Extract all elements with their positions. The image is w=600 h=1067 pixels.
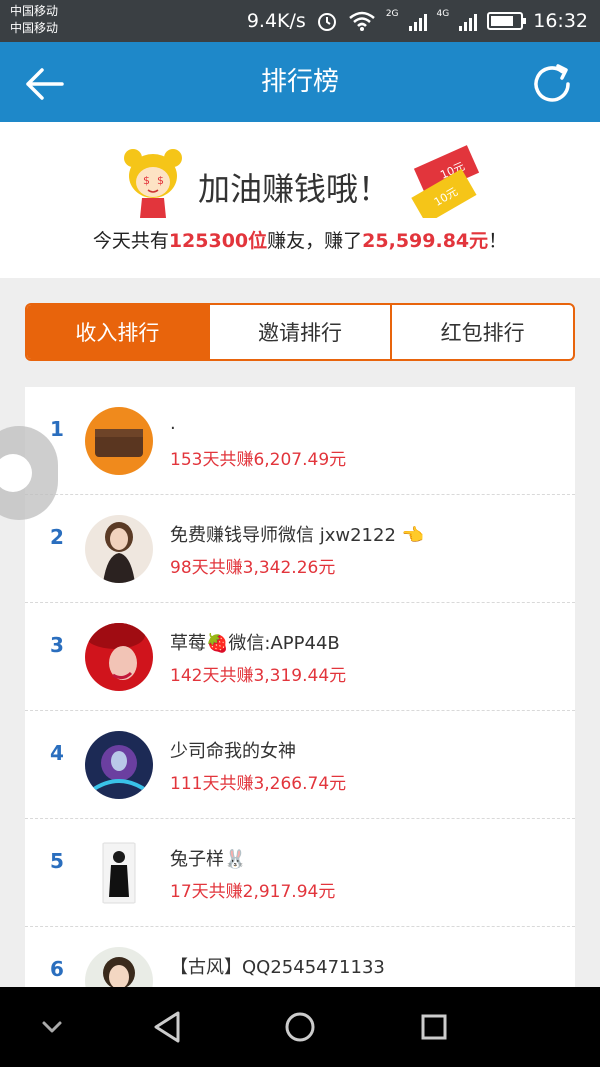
- tab-income-ranking[interactable]: 收入排行: [27, 305, 208, 359]
- carrier-info: 中国移动 中国移动: [10, 3, 58, 37]
- carrier-2: 中国移动: [10, 21, 59, 35]
- rank-number: 2: [50, 525, 64, 549]
- users-count: 125300位: [168, 230, 268, 252]
- tab-invite-ranking[interactable]: 邀请排行: [207, 305, 391, 359]
- signal-4g-icon: [459, 11, 478, 31]
- status-bar: 中国移动 中国移动 9.4K/s 2G 4G 16:32: [0, 0, 600, 42]
- wifi-icon: [349, 11, 375, 31]
- list-item[interactable]: 5 兔子样🐰 17天共赚2,917.94元: [25, 819, 575, 927]
- earnings: 17天共赚2,917.94元: [170, 882, 336, 902]
- system-nav-bar: [0, 987, 600, 1067]
- avatar: [85, 731, 153, 799]
- rank-number: 1: [50, 417, 64, 441]
- page-title: 排行榜: [260, 67, 339, 97]
- summary-mid: 赚友，赚了: [267, 230, 363, 252]
- ranking-tabs: 收入排行 邀请排行 红包排行: [25, 303, 575, 361]
- earnings: 153天共赚6,207.49元: [170, 450, 347, 470]
- avatar: [85, 515, 153, 583]
- user-name: 兔子样🐰: [170, 849, 247, 870]
- tab-redpacket-ranking[interactable]: 红包排行: [390, 305, 573, 359]
- app-header: 排行榜: [0, 42, 600, 122]
- summary-line: 今天共有125300位赚友，赚了25,599.84元！: [0, 226, 600, 253]
- net-speed: 9.4K/s: [246, 10, 306, 32]
- list-item[interactable]: 3 草莓🍓微信:APP44B 142天共赚3,319.44元: [25, 603, 575, 711]
- list-item[interactable]: 1 . 153天共赚6,207.49元: [25, 387, 575, 495]
- net-4g-label: 4G: [436, 9, 450, 19]
- rank-number: 4: [50, 741, 64, 765]
- summary-prefix: 今天共有: [92, 230, 169, 252]
- earnings: 111天共赚3,266.74元: [170, 774, 347, 794]
- user-name: 【古风】QQ2545471133: [170, 957, 385, 978]
- earnings: 98天共赚3,342.26元: [170, 558, 336, 578]
- home-circle-icon[interactable]: [278, 1005, 322, 1049]
- back-triangle-icon[interactable]: [146, 1005, 190, 1049]
- rank-number: 5: [50, 849, 64, 873]
- battery-icon: [487, 12, 527, 30]
- slogan-text: 加油赚钱哦！: [198, 170, 391, 208]
- mascot-girl-icon: $ $: [124, 149, 182, 218]
- list-item[interactable]: 4 少司命我的女神 111天共赚3,266.74元: [25, 711, 575, 819]
- earnings: 142天共赚3,319.44元: [170, 666, 347, 686]
- total-amount: 25,599.84元: [362, 230, 489, 252]
- user-name: .: [170, 413, 176, 434]
- avatar: [85, 407, 153, 475]
- user-name: 草莓🍓微信:APP44B: [170, 633, 340, 654]
- rank-number: 6: [50, 957, 64, 981]
- signal-2g-icon: [408, 11, 427, 31]
- clock: 16:32: [533, 10, 588, 32]
- chevron-down-icon[interactable]: [30, 1005, 74, 1049]
- assist-dot-icon: [0, 454, 32, 492]
- alarm-icon: [317, 13, 336, 31]
- avatar: [85, 839, 153, 907]
- recents-square-icon[interactable]: [412, 1005, 456, 1049]
- carrier-1: 中国移动: [10, 4, 59, 18]
- list-item[interactable]: 6 【古风】QQ2545471133: [25, 927, 575, 987]
- money-bill-icon: 10元 10元: [411, 145, 480, 218]
- user-name: 少司命我的女神: [170, 741, 296, 762]
- net-2g-label: 2G: [385, 9, 399, 19]
- svg-text:$: $: [157, 174, 164, 187]
- user-name: 免费赚钱导师微信 jxw2122 👈: [170, 525, 425, 546]
- svg-text:$: $: [143, 174, 150, 187]
- avatar: [85, 947, 153, 987]
- avatar: [85, 623, 153, 691]
- status-indicators: 9.4K/s 2G 4G 16:32: [247, 6, 588, 36]
- refresh-icon[interactable]: [528, 60, 576, 108]
- summary-suffix: ！: [488, 230, 508, 252]
- rank-number: 3: [50, 633, 64, 657]
- list-item[interactable]: 2 免费赚钱导师微信 jxw2122 👈 98天共赚3,342.26元: [25, 495, 575, 603]
- ranking-list: 1 . 153天共赚6,207.49元 2 免费赚钱导师微信 jxw2122 👈…: [25, 387, 575, 987]
- summary-banner: $ $ 加油赚钱哦！ 10元 10元 今天共有125300位赚友，赚了25,59…: [0, 122, 600, 278]
